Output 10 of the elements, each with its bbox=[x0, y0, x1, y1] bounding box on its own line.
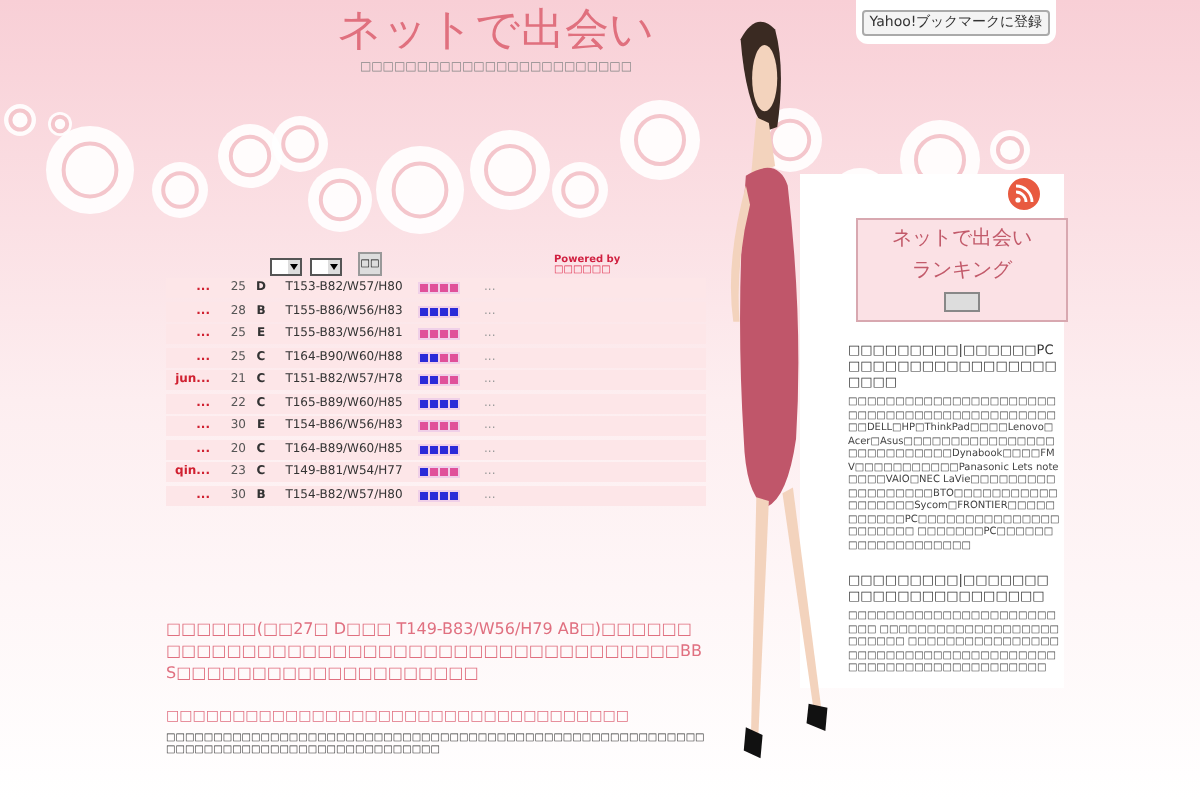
ranking-title: ネットで出会い bbox=[892, 228, 1032, 252]
caret-icon bbox=[288, 260, 300, 274]
ranking-banner[interactable]: ネットで出会い ランキング bbox=[856, 218, 1068, 322]
article-headline: □□□□□□(□□27□ D□□□ T149-B83/W56/H79 AB□)□□□□□□□□□□□□□□□□□□□□□□□□□□□□□□□□□□□□□□□□BBS□□□□□□□□□□□□□□□□□□□□ bbox=[166, 617, 704, 683]
caret-icon bbox=[328, 260, 340, 274]
ranking-subtitle: ランキング bbox=[912, 260, 1012, 284]
ranking-button[interactable] bbox=[944, 292, 980, 312]
dropdown-select[interactable] bbox=[310, 258, 342, 276]
dropdown-select[interactable] bbox=[270, 258, 302, 276]
rss-icon[interactable] bbox=[1004, 174, 1044, 214]
